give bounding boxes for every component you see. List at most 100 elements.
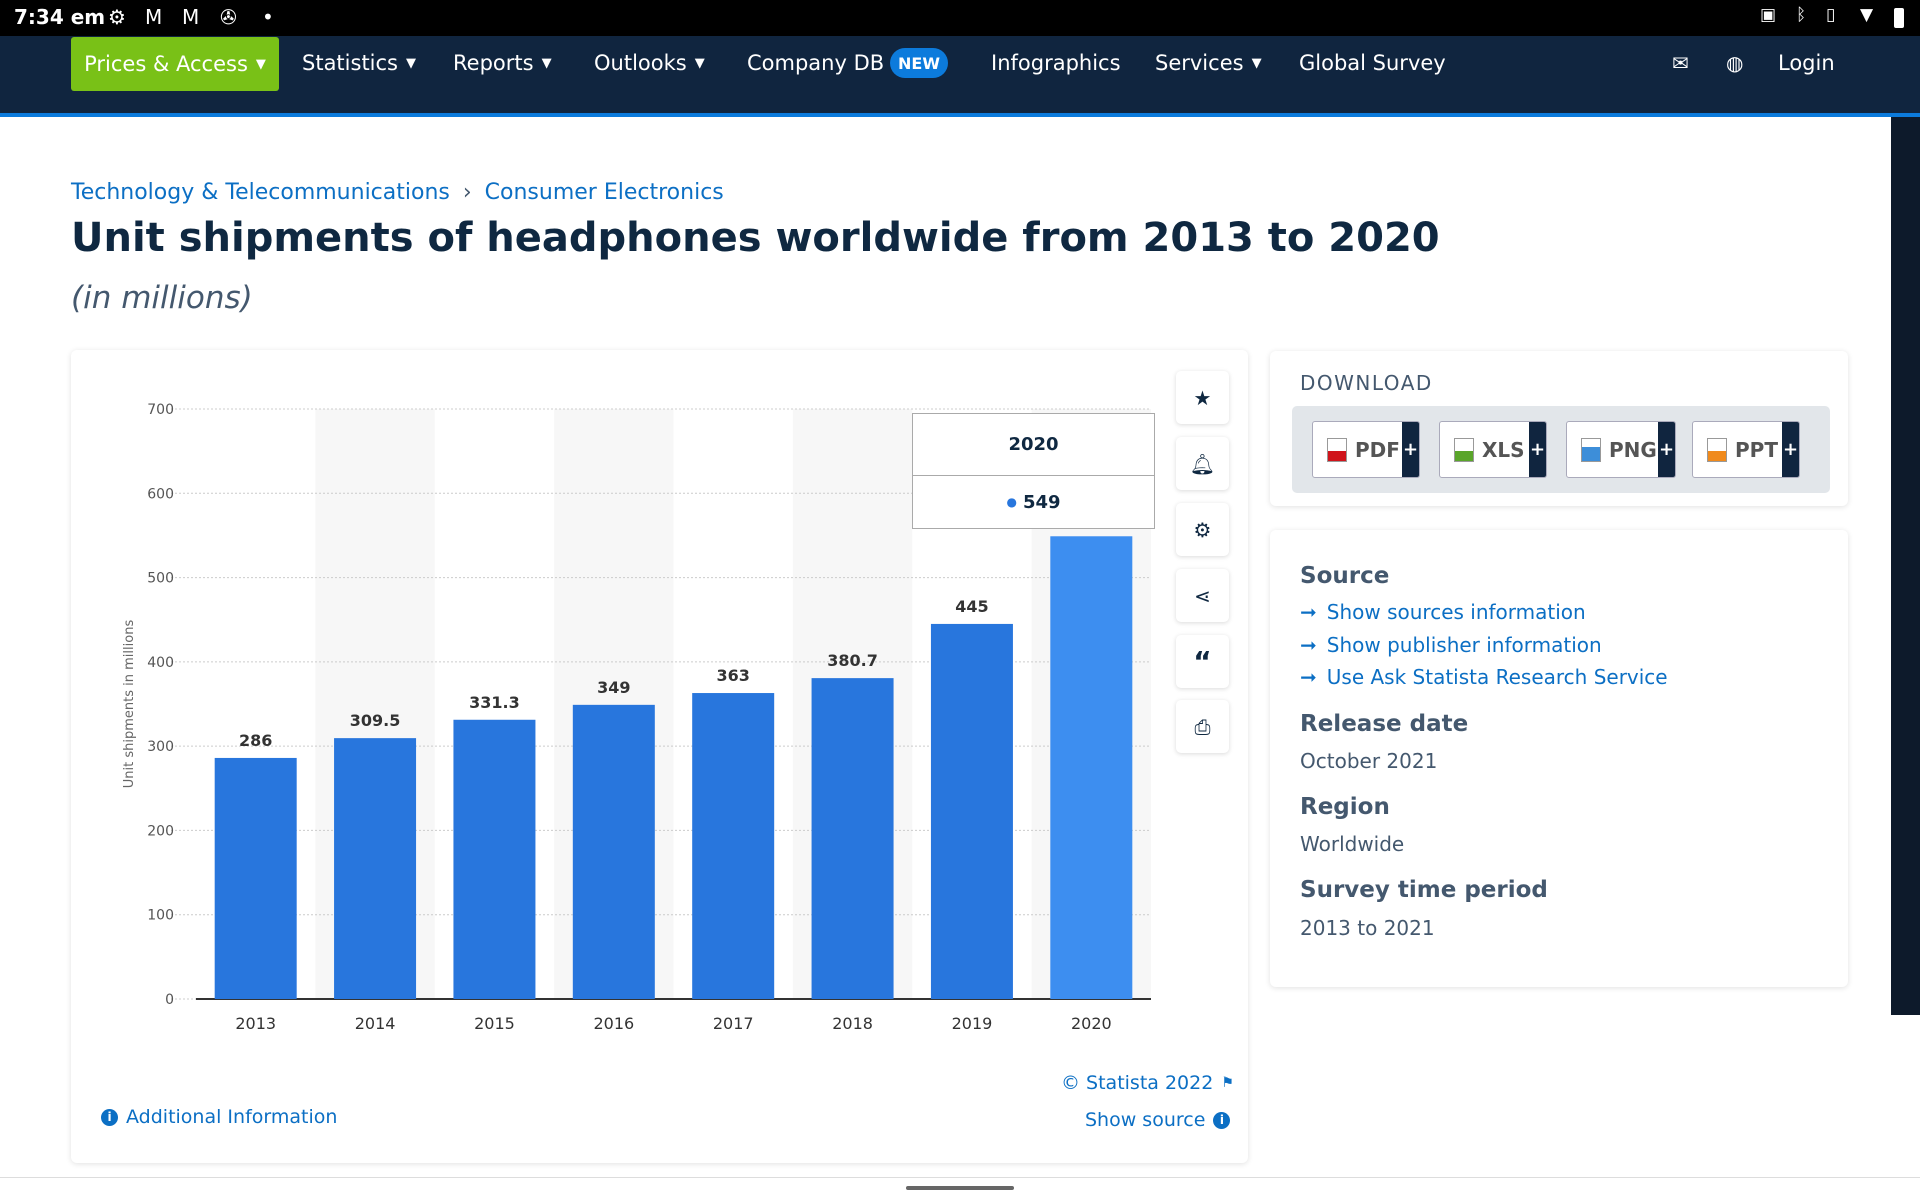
x-tick-label: 2013: [235, 1014, 276, 1033]
caret-down-icon: ▼: [694, 55, 705, 71]
home-indicator[interactable]: [906, 1186, 1014, 1190]
nav-services[interactable]: Services ▼: [1155, 49, 1262, 77]
tooltip-year: 2020: [913, 414, 1154, 476]
caret-down-icon: ▼: [541, 55, 552, 71]
share-icon[interactable]: ⋖: [1176, 569, 1229, 622]
gmail-icon: M: [182, 5, 200, 29]
download-buttons: PDF + XLS + PNG + PPT +: [1292, 406, 1830, 493]
data-label: 445: [955, 597, 988, 616]
quote-icon[interactable]: “: [1176, 635, 1229, 688]
link-label: Show sources information: [1326, 600, 1586, 624]
battery-icon: [1894, 8, 1904, 28]
y-tick-label: 400: [147, 655, 174, 671]
download-pdf-button[interactable]: PDF +: [1312, 421, 1420, 478]
nav-global-survey[interactable]: Global Survey: [1299, 49, 1446, 77]
data-label: 286: [239, 731, 272, 750]
source-heading: Source: [1300, 563, 1390, 589]
page-title: Unit shipments of headphones worldwide f…: [71, 215, 1440, 261]
nav-label: Infographics: [991, 51, 1121, 75]
statista-credit[interactable]: © Statista 2022 ⚑: [1061, 1072, 1234, 1094]
gear-icon[interactable]: ⚙: [1176, 503, 1229, 556]
nav-outlooks[interactable]: Outlooks ▼: [594, 49, 705, 77]
download-png-button[interactable]: PNG +: [1566, 421, 1676, 478]
y-tick-label: 600: [147, 486, 174, 502]
clock: 7:34 em: [14, 5, 106, 29]
plus-icon[interactable]: +: [1529, 422, 1546, 477]
arrow-right-icon: ➞: [1300, 633, 1317, 657]
bar-2017: [692, 693, 775, 999]
status-bar: 7:34 em ⚙ M M ✇ • ▣ ᛒ ▯ ▼: [0, 0, 1920, 36]
survey-period-label: Survey time period: [1300, 877, 1548, 903]
y-tick-label: 500: [147, 571, 174, 587]
bell-icon[interactable]: 🔔︎: [1176, 437, 1229, 490]
x-tick-label: 2019: [952, 1014, 993, 1033]
plus-icon[interactable]: +: [1402, 422, 1419, 477]
download-xls-button[interactable]: XLS +: [1439, 421, 1547, 478]
cast-icon: ▣: [1760, 5, 1777, 25]
divider: [0, 1177, 1920, 1178]
copyright-link[interactable]: © Statista 2022: [1061, 1072, 1213, 1094]
y-tick-label: 100: [147, 908, 174, 924]
plus-icon[interactable]: +: [1658, 422, 1675, 477]
download-ppt-button[interactable]: PPT +: [1692, 421, 1800, 478]
info-icon: i: [101, 1108, 118, 1126]
ask-statista-link[interactable]: ➞ Use Ask Statista Research Service: [1300, 665, 1668, 689]
login-link[interactable]: Login: [1778, 49, 1835, 77]
show-publisher-link[interactable]: ➞ Show publisher information: [1300, 633, 1602, 657]
xls-file-icon: [1454, 437, 1474, 462]
nav-label: Global Survey: [1299, 51, 1446, 75]
plus-icon[interactable]: +: [1782, 422, 1799, 477]
y-axis-title: Unit shipments in millions: [122, 620, 137, 789]
nav-company-db[interactable]: Company DB: [747, 49, 884, 77]
data-label: 349: [597, 678, 630, 697]
print-icon[interactable]: ⎙: [1176, 700, 1229, 753]
flag-icon: ⚑: [1221, 1075, 1234, 1091]
nav-statistics[interactable]: Statistics ▼: [302, 49, 416, 77]
download-card: DOWNLOAD PDF + XLS + PNG + PPT +: [1270, 351, 1848, 506]
x-tick-label: 2016: [593, 1014, 634, 1033]
page-subtitle: (in millions): [71, 280, 253, 316]
y-tick-label: 700: [147, 402, 174, 418]
y-tick-label: 300: [147, 739, 174, 755]
additional-info-label: Additional Information: [126, 1106, 338, 1128]
x-tick-label: 2014: [355, 1014, 396, 1033]
release-date-value: October 2021: [1300, 749, 1438, 773]
x-tick-label: 2015: [474, 1014, 515, 1033]
caret-down-icon: ▼: [1251, 55, 1262, 71]
button-label: PPT: [1735, 437, 1778, 462]
breadcrumb-technology[interactable]: Technology & Telecommunications: [71, 180, 450, 205]
button-label: XLS: [1482, 437, 1525, 462]
nav-divider: [0, 113, 1920, 117]
show-source-link[interactable]: Show source i: [1085, 1109, 1231, 1131]
show-sources-link[interactable]: ➞ Show sources information: [1300, 600, 1586, 624]
tooltip-value: 549: [1022, 491, 1061, 513]
pdf-file-icon: [1327, 437, 1347, 462]
breadcrumb-consumer-electronics[interactable]: Consumer Electronics: [485, 180, 724, 205]
bar-2019: [930, 623, 1013, 999]
additional-information-link[interactable]: i Additional Information: [101, 1106, 337, 1128]
button-label: PDF: [1355, 437, 1400, 462]
nav-label: Prices & Access: [84, 52, 248, 76]
x-tick-label: 2018: [832, 1014, 873, 1033]
y-tick-label: 0: [165, 992, 174, 1008]
data-label: 309.5: [350, 711, 401, 730]
nav-infographics[interactable]: Infographics: [991, 49, 1121, 77]
nav-label: Reports: [453, 51, 534, 75]
bar-2020: [1050, 536, 1133, 999]
bar-2016: [572, 704, 655, 999]
globe-icon[interactable]: ◍: [1726, 49, 1743, 77]
show-source-label: Show source: [1085, 1109, 1206, 1131]
nav-prices-access[interactable]: Prices & Access ▼: [71, 37, 279, 91]
bar-2018: [811, 678, 894, 999]
star-icon[interactable]: ★: [1176, 371, 1229, 424]
nav-reports[interactable]: Reports ▼: [453, 49, 552, 77]
nav-label: Statistics: [302, 51, 398, 75]
new-badge: NEW: [890, 48, 948, 78]
ppt-file-icon: [1707, 437, 1727, 462]
nav-label: Outlooks: [594, 51, 687, 75]
release-date-label: Release date: [1300, 711, 1469, 737]
region-label: Region: [1300, 794, 1390, 820]
data-label: 331.3: [469, 693, 520, 712]
mail-icon[interactable]: ✉: [1672, 49, 1689, 77]
region-value: Worldwide: [1300, 832, 1405, 856]
